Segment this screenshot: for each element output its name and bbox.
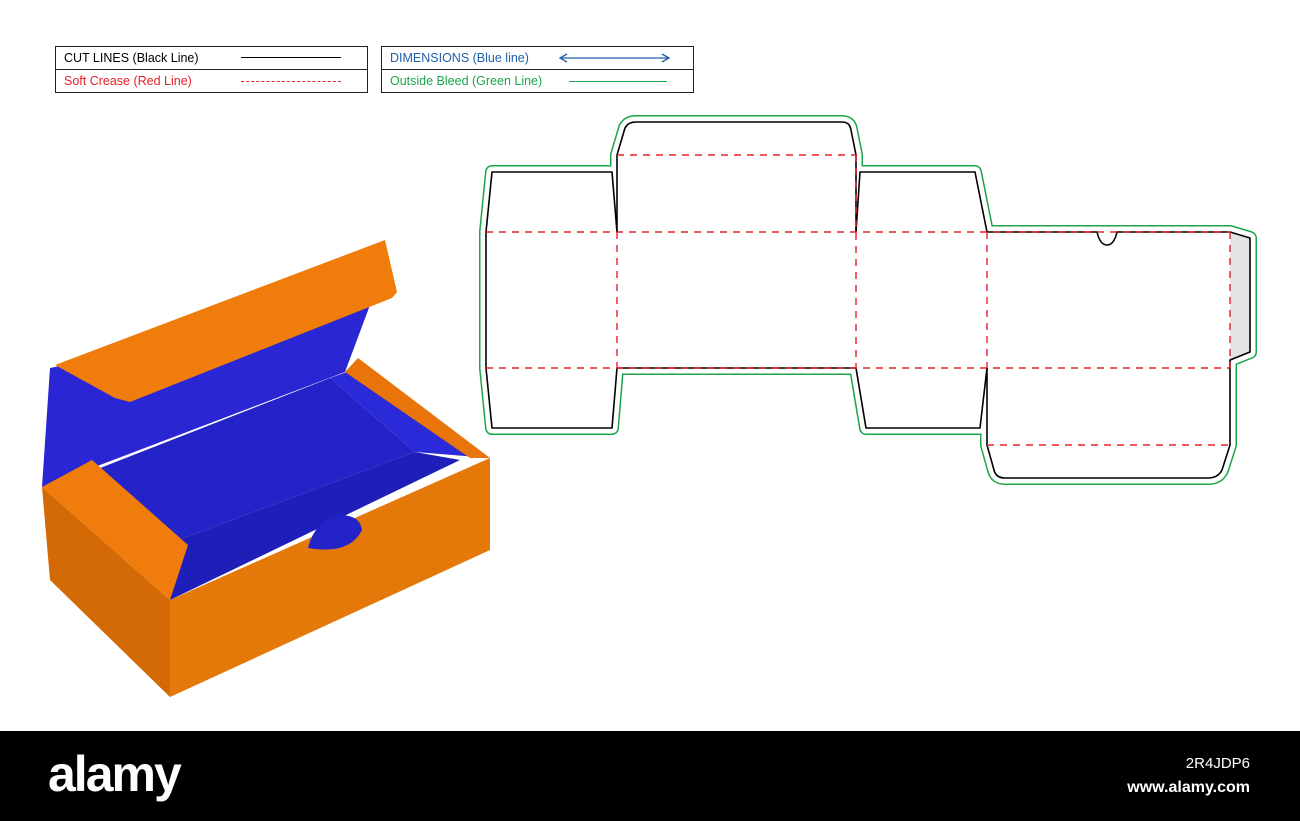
dieline	[479, 115, 1257, 485]
site-url: www.alamy.com	[1127, 779, 1250, 796]
glue-flap	[1230, 232, 1250, 360]
bleed-inner-mask	[480, 116, 1256, 484]
artwork	[42, 115, 1257, 697]
footer-bar: alamy 2R4JDP6 www.alamy.com	[0, 731, 1300, 821]
image-code: 2R4JDP6	[1185, 755, 1250, 772]
alamy-logo: alamy	[48, 746, 182, 802]
box-3d-illustration	[42, 240, 490, 697]
